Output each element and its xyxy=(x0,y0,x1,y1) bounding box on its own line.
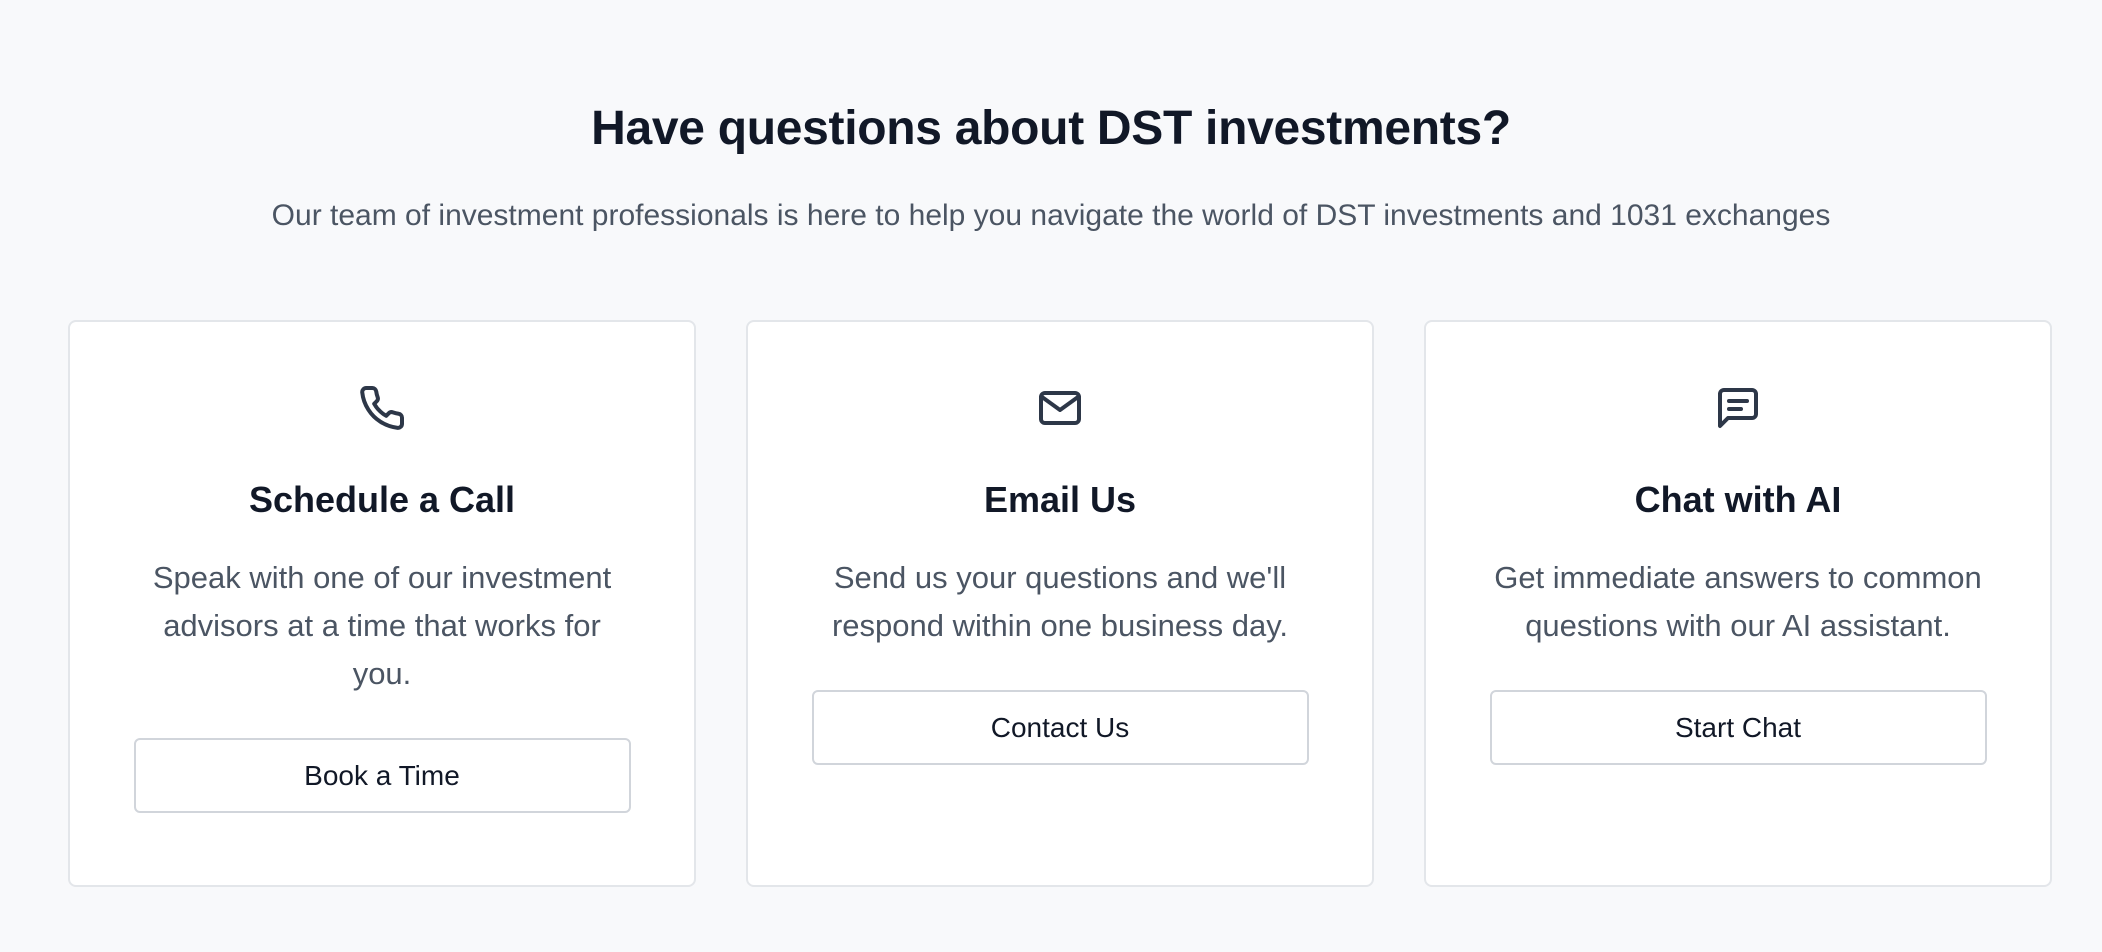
card-title: Chat with AI xyxy=(1634,479,1842,520)
card-description: Speak with one of our investment advisor… xyxy=(152,560,612,691)
contact-section: Have questions about DST investments? Ou… xyxy=(0,0,2102,952)
mail-icon xyxy=(1036,384,1084,432)
card-title: Email Us xyxy=(983,479,1137,520)
chat-with-ai-card: Chat with AI Get immediate answers to co… xyxy=(1424,320,2052,887)
contact-options: Schedule a Call Speak with one of our in… xyxy=(68,320,2052,887)
start-chat-button[interactable]: Start Chat xyxy=(1489,690,1987,765)
schedule-call-card: Schedule a Call Speak with one of our in… xyxy=(68,320,696,887)
phone-icon xyxy=(358,384,406,432)
card-title: Schedule a Call xyxy=(248,479,516,520)
email-us-card: Email Us Send us your questions and we'l… xyxy=(746,320,1374,887)
contact-us-button[interactable]: Contact Us xyxy=(811,690,1309,765)
message-square-icon xyxy=(1714,384,1762,432)
section-title: Have questions about DST investments? xyxy=(591,102,1511,155)
card-description: Send us your questions and we'll respond… xyxy=(831,560,1289,643)
card-description: Get immediate answers to common question… xyxy=(1494,560,1982,643)
section-subtitle: Our team of investment professionals is … xyxy=(271,199,1831,232)
book-a-time-button[interactable]: Book a Time xyxy=(133,738,631,813)
